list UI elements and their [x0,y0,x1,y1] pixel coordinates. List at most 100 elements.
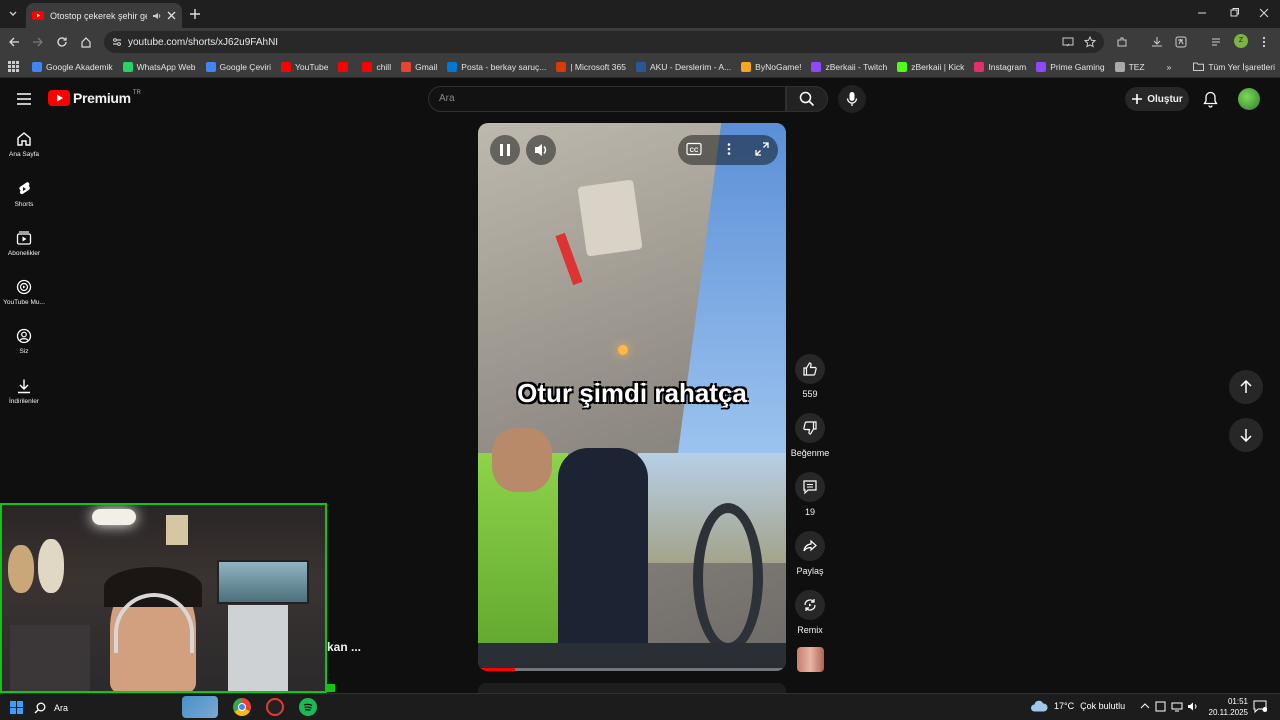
address-bar[interactable]: youtube.com/shorts/xJ62u9FAhNI [104,31,1104,53]
bookmark-label: AKU - Derslerim - A... [649,61,732,72]
bookmark-item[interactable]: TEZ [1110,56,1150,78]
youtube-premium-logo[interactable]: Premium TR [48,90,141,106]
sidebar-label-subscriptions: Abonelikler [7,250,41,257]
previous-short-button[interactable] [1229,370,1263,404]
weather-widget[interactable]: 17°C Çok bulutlu [1030,699,1125,713]
apps-grid-icon[interactable] [0,56,27,78]
more-options-icon[interactable] [726,142,732,156]
bookmark-label: ByNoGame! [755,61,802,72]
voice-search-button[interactable] [838,85,866,113]
sidebar-item-you[interactable]: Siz [0,328,48,355]
bookmark-label: TEZ [1128,61,1145,72]
home-browser-icon[interactable] [80,36,92,48]
reload-icon[interactable] [56,36,68,48]
like-button[interactable]: 559 [790,354,830,399]
clock[interactable]: 01:51 20.11.2025 [1200,696,1248,718]
notifications-bell-icon[interactable] [1203,91,1218,108]
notification-center-icon[interactable] [1253,700,1267,713]
bookmark-item[interactable]: AKU - Derslerim - A... [631,56,736,78]
bookmark-item[interactable]: Google Çeviri [201,56,277,78]
site-info-icon[interactable] [112,37,122,47]
close-window-icon[interactable] [1258,7,1270,19]
bookmarks-overflow-icon[interactable]: » [1162,56,1177,78]
cast-icon[interactable] [1062,36,1074,48]
search-button[interactable] [786,86,828,112]
share-button[interactable]: Paylaş [790,531,830,576]
tab-active[interactable]: Otostop çekerek şehir gehir [26,3,182,28]
dashboard [478,643,786,671]
fullscreen-icon[interactable] [755,142,769,156]
taskbar-search[interactable]: Ara [34,699,174,717]
bookmark-item[interactable]: Prime Gaming [1031,56,1109,78]
translate-icon[interactable] [1175,36,1187,48]
bookmark-item[interactable]: ByNoGame! [736,56,806,78]
sidebar-item-subscriptions[interactable]: Abonelikler [0,230,48,257]
restore-icon[interactable] [1228,7,1240,19]
bookmark-item[interactable]: zBerkaii - Twitch [806,56,892,78]
taskbar-widget-thumbnail[interactable] [182,696,218,718]
bookmark-item[interactable]: YouTube [276,56,333,78]
tray-chevron-icon[interactable] [1140,702,1150,710]
browser-menu-icon[interactable] [1261,36,1267,48]
back-icon[interactable] [8,36,20,48]
sun-visor-label [577,179,643,257]
bookmark-star-icon[interactable] [1084,36,1096,48]
sidebar-item-home[interactable]: Ana Sayfa [0,131,48,158]
bookmark-item[interactable]: WhatsApp Web [118,56,201,78]
tab-audio-icon[interactable] [152,11,162,21]
sound-thumbnail[interactable] [797,647,824,672]
network-icon[interactable] [1171,701,1183,712]
bookmark-item[interactable]: zBerkaii | Kick [892,56,969,78]
windows-start-icon[interactable] [10,701,23,714]
black-jacket [558,448,648,671]
all-bookmarks-folder[interactable]: Tüm Yer İşaretleri [1188,56,1280,78]
bookmark-item[interactable] [333,56,357,78]
spotify-taskbar-icon[interactable] [299,698,317,716]
bookmark-item[interactable]: Instagram [969,56,1031,78]
sidebar-item-downloads[interactable]: İndirilenler [0,378,48,405]
bookmark-label: zBerkaii | Kick [911,61,965,72]
volume-button[interactable] [526,135,556,165]
sidebar-label-you: Siz [19,348,29,355]
extensions-icon[interactable] [1116,36,1128,48]
thumbs-up-icon [803,362,817,376]
bookmark-favicon-icon [281,61,292,72]
mini-fridge [228,605,288,691]
tab-search-icon[interactable] [6,7,20,21]
chrome-taskbar-icon[interactable] [233,698,251,716]
downloads-icon[interactable] [1151,36,1163,48]
bookmark-item[interactable]: chill [357,56,396,78]
account-avatar[interactable] [1238,88,1260,110]
tray-app-icon[interactable] [1155,701,1166,712]
forward-icon[interactable] [32,36,44,48]
next-short-button[interactable] [1229,418,1263,452]
volume-tray-icon[interactable] [1187,701,1199,712]
dislike-button[interactable]: Beğenme [790,413,830,458]
webcam-overlay [0,503,327,693]
pause-button[interactable] [490,135,520,165]
bookmark-favicon-icon [897,61,908,72]
hamburger-menu-icon[interactable] [16,93,32,105]
bookmark-item[interactable]: Posta - berkay saruç... [442,56,551,78]
comments-button[interactable]: 19 [790,472,830,517]
remix-button[interactable]: Remix [790,590,830,635]
sidebar-item-shorts[interactable]: Shorts [0,181,48,208]
app-taskbar-icon[interactable] [266,698,284,716]
bookmark-item[interactable]: Google Akademik [27,56,118,78]
new-tab-icon[interactable] [188,7,202,21]
profile-avatar[interactable]: Z [1234,34,1248,48]
sidebar-label-downloads: İndirilenler [9,398,39,405]
shorts-video-player[interactable]: Otur şimdi rahatça CC [478,123,786,671]
bookmark-item[interactable]: | Microsoft 365 [551,56,631,78]
cloud-icon [1031,700,1048,712]
progress-track[interactable] [478,668,786,671]
minimize-icon[interactable] [1196,7,1208,19]
create-button[interactable]: Oluştur [1125,87,1189,111]
search-input[interactable]: Ara [428,86,786,112]
bookmark-favicon-icon [401,61,412,72]
captions-cc-icon[interactable]: CC [686,142,702,156]
tab-close-icon[interactable] [167,11,176,20]
media-control-icon[interactable] [1211,36,1223,48]
bookmark-item[interactable]: Gmail [396,56,442,78]
sidebar-item-music[interactable]: YouTube Mu... [0,279,48,306]
